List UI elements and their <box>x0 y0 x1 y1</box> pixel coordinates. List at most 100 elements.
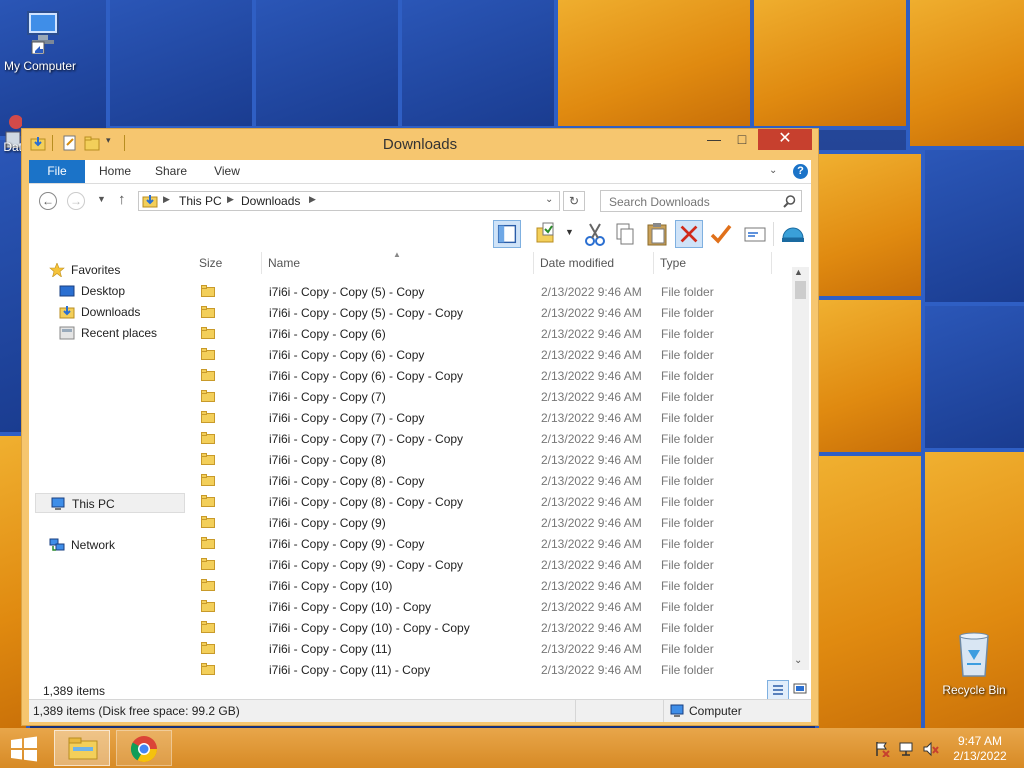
table-row[interactable]: i7i6i - Copy - Copy (6) 2/13/2022 9:46 AM… <box>191 323 791 344</box>
scroll-up-arrow-icon[interactable]: ▲ <box>794 267 803 277</box>
nav-desktop-label: Desktop <box>81 284 126 298</box>
volume-muted-icon[interactable] <box>922 741 940 757</box>
breadcrumb-this-pc[interactable]: This PC <box>179 194 222 208</box>
file-type: File folder <box>661 390 714 404</box>
minimize-button[interactable]: — <box>700 129 728 150</box>
paste-icon[interactable] <box>643 220 671 248</box>
scroll-down-arrow-icon[interactable]: ⌄ <box>794 655 802 666</box>
search-input[interactable] <box>607 192 781 212</box>
tab-view[interactable]: View <box>205 160 249 183</box>
table-row[interactable]: i7i6i - Copy - Copy (5) - Copy - Copy 2/1… <box>191 302 791 323</box>
background-pane <box>921 146 1024 306</box>
properties-panel-icon[interactable] <box>741 220 769 248</box>
refresh-button[interactable]: ↻ <box>563 191 585 211</box>
column-header-date-modified[interactable]: Date modified <box>540 256 614 270</box>
network-globe-icon[interactable] <box>779 220 807 248</box>
background-pane <box>750 0 910 130</box>
search-box[interactable] <box>600 190 802 212</box>
folder-icon <box>201 411 215 423</box>
tab-file[interactable]: File <box>29 160 85 183</box>
table-row[interactable]: i7i6i - Copy - Copy (7) 2/13/2022 9:46 AM… <box>191 386 791 407</box>
table-row[interactable]: i7i6i - Copy - Copy (11) 2/13/2022 9:46 A… <box>191 638 791 659</box>
rename-check-icon[interactable] <box>707 220 735 248</box>
table-row[interactable]: i7i6i - Copy - Copy (10) - Copy 2/13/2022… <box>191 596 791 617</box>
table-row[interactable]: i7i6i - Copy - Copy (8) - Copy 2/13/2022 … <box>191 470 791 491</box>
nav-desktop[interactable]: Desktop <box>59 281 179 301</box>
folder-icon <box>201 516 215 528</box>
scrollbar-thumb[interactable] <box>795 281 806 299</box>
details-view-icon[interactable] <box>767 680 789 700</box>
breadcrumb-downloads[interactable]: Downloads <box>241 194 300 208</box>
file-type: File folder <box>661 642 714 656</box>
file-name: i7i6i - Copy - Copy (6) - Copy <box>269 348 425 362</box>
navigation-pane-icon[interactable] <box>493 220 521 248</box>
tab-home[interactable]: Home <box>91 160 139 183</box>
nav-favorites[interactable]: Favorites <box>49 260 179 280</box>
network-status-icon[interactable] <box>898 741 916 757</box>
clock-date: 2/13/2022 <box>953 749 1007 763</box>
background-pane <box>554 0 754 130</box>
table-row[interactable]: i7i6i - Copy - Copy (8) 2/13/2022 9:46 AM… <box>191 449 791 470</box>
back-button[interactable]: ← <box>39 192 57 210</box>
desktop-icon-partial[interactable]: Dat <box>0 112 22 154</box>
desktop-icon-my-computer[interactable]: My Computer <box>0 8 80 73</box>
table-row[interactable]: i7i6i - Copy - Copy (7) - Copy 2/13/2022 … <box>191 407 791 428</box>
delete-icon[interactable] <box>675 220 703 248</box>
file-name: i7i6i - Copy - Copy (11) <box>269 642 392 656</box>
table-row[interactable]: i7i6i - Copy - Copy (9) 2/13/2022 9:46 AM… <box>191 512 791 533</box>
column-header-type[interactable]: Type <box>660 256 686 270</box>
vertical-scrollbar[interactable]: ▲ ⌄ <box>792 267 809 670</box>
file-type: File folder <box>661 306 714 320</box>
column-header-name[interactable]: Name <box>268 256 300 270</box>
tab-share[interactable]: Share <box>149 160 193 183</box>
table-row[interactable]: i7i6i - Copy - Copy (10) 2/13/2022 9:46 A… <box>191 575 791 596</box>
expand-ribbon-chevron-icon[interactable]: ⌄ <box>769 165 777 176</box>
recent-places-icon <box>59 326 75 340</box>
copy-icon[interactable] <box>611 220 639 248</box>
select-dropdown-chevron-icon[interactable]: ▼ <box>565 227 574 237</box>
action-center-flag-icon[interactable] <box>874 741 890 757</box>
network-icon <box>49 538 65 551</box>
forward-button[interactable]: → <box>67 192 85 210</box>
table-row[interactable]: i7i6i - Copy - Copy (5) - Copy 2/13/2022 … <box>191 281 791 302</box>
folder-icon <box>201 369 215 381</box>
table-row[interactable]: i7i6i - Copy - Copy (10) - Copy - Copy 2/… <box>191 617 791 638</box>
table-row[interactable]: i7i6i - Copy - Copy (6) - Copy 2/13/2022 … <box>191 344 791 365</box>
file-name: i7i6i - Copy - Copy (9) - Copy <box>269 537 425 551</box>
table-row[interactable]: i7i6i - Copy - Copy (8) - Copy - Copy 2/1… <box>191 491 791 512</box>
clock[interactable]: 9:47 AM 2/13/2022 <box>944 734 1016 764</box>
search-icon[interactable] <box>783 195 796 208</box>
nav-recent-places[interactable]: Recent places <box>59 323 189 343</box>
title-bar[interactable]: ▾ Downloads — □ ✕ <box>22 129 818 159</box>
help-icon[interactable]: ? <box>793 164 808 179</box>
taskbar-file-explorer[interactable] <box>54 730 110 766</box>
table-row[interactable]: i7i6i - Copy - Copy (11) - Copy 2/13/2022… <box>191 659 791 680</box>
cut-icon[interactable] <box>581 220 609 248</box>
table-row[interactable]: i7i6i - Copy - Copy (9) - Copy - Copy 2/1… <box>191 554 791 575</box>
nav-downloads[interactable]: Downloads <box>59 302 179 322</box>
folder-icon <box>201 663 215 675</box>
windows-start-icon[interactable] <box>10 736 38 762</box>
table-row[interactable]: i7i6i - Copy - Copy (7) - Copy - Copy 2/1… <box>191 428 791 449</box>
recent-locations-chevron-icon[interactable]: ▼ <box>97 194 106 204</box>
file-date-modified: 2/13/2022 9:46 AM <box>541 285 642 299</box>
address-dropdown-chevron-icon[interactable]: ⌄ <box>545 194 553 205</box>
taskbar-chrome[interactable] <box>116 730 172 766</box>
file-list: Size ▲ Name Date modified Type i7i6i - C… <box>191 250 811 684</box>
up-button[interactable]: ↑ <box>118 191 126 208</box>
desktop-icon-recycle-bin[interactable]: Recycle Bin <box>934 630 1014 697</box>
column-header-size[interactable]: Size <box>199 256 222 270</box>
large-icons-view-icon[interactable] <box>791 680 809 698</box>
folder-icon <box>201 453 215 465</box>
file-date-modified: 2/13/2022 9:46 AM <box>541 663 642 677</box>
item-count: 1,389 items <box>43 684 106 698</box>
maximize-button[interactable]: □ <box>728 129 756 150</box>
select-folder-icon[interactable] <box>533 220 561 248</box>
nav-this-pc[interactable]: This PC <box>35 493 185 513</box>
breadcrumb-separator-icon: ▶ <box>163 194 170 204</box>
address-bar[interactable]: ▶ This PC ▶ Downloads ▶ ⌄ <box>138 191 560 211</box>
table-row[interactable]: i7i6i - Copy - Copy (9) - Copy 2/13/2022 … <box>191 533 791 554</box>
nav-network[interactable]: Network <box>49 535 179 555</box>
close-button[interactable]: ✕ <box>758 129 812 150</box>
table-row[interactable]: i7i6i - Copy - Copy (6) - Copy - Copy 2/1… <box>191 365 791 386</box>
